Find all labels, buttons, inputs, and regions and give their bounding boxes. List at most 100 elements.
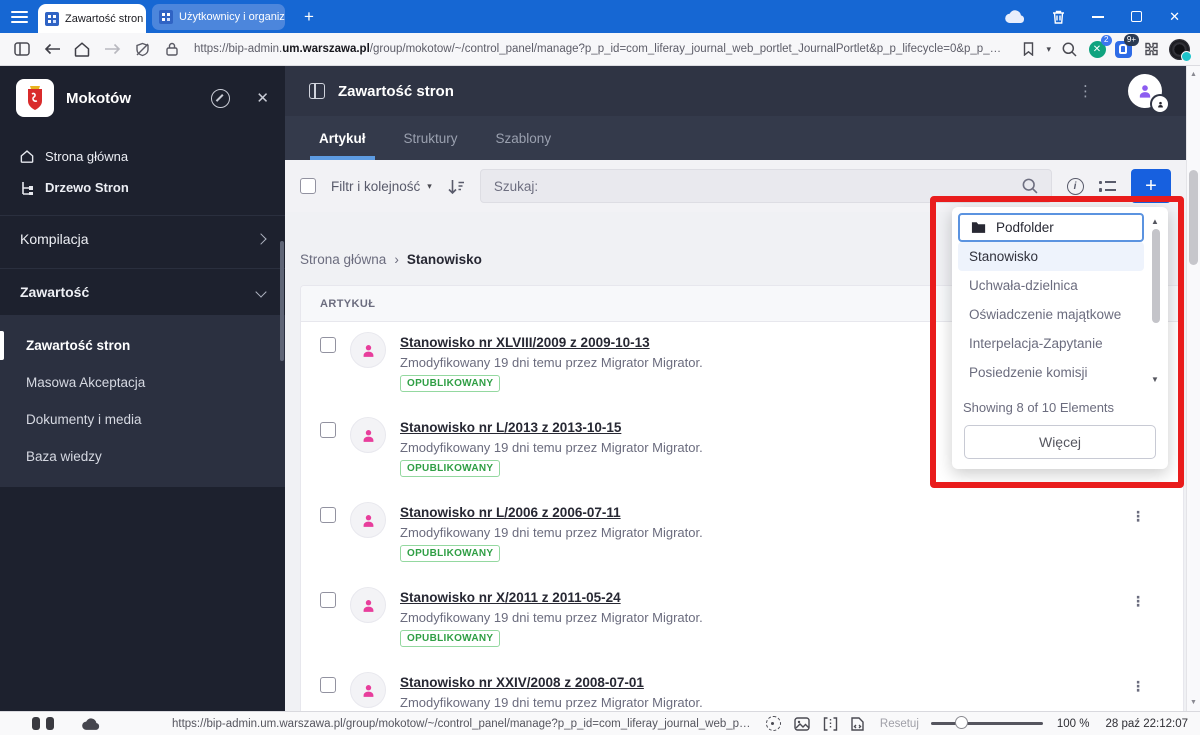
sort-order-icon[interactable] [447,178,465,195]
reset-zoom-label[interactable]: Resetuj [880,718,919,730]
bookmarks-caret-icon[interactable]: ▾ [1046,44,1051,55]
page-code-icon[interactable] [851,716,864,731]
tab-struktury[interactable]: Struktury [385,116,477,160]
row-checkbox[interactable] [320,592,336,608]
select-all-checkbox[interactable] [300,178,316,194]
capture-target-icon[interactable] [765,716,781,731]
hamburger-menu-icon[interactable] [0,10,38,23]
row-checkbox[interactable] [320,337,336,353]
search-icon[interactable] [1057,37,1081,61]
display-style-icon[interactable] [1098,180,1116,192]
sidebar-section-kompilacja[interactable]: Kompilacja [0,215,285,262]
address-bar[interactable]: https://bip-admin. um.warszawa.pl/group/m… [194,43,1006,55]
browser-profile-avatar[interactable] [1169,38,1192,62]
article-modified-text: Zmodyfikowany 19 dni temu przez Migrator… [400,355,703,370]
article-title-link[interactable]: Stanowisko nr X/2011 z 2011-05-24 [400,590,703,605]
tab-szablony[interactable]: Szablony [477,116,571,160]
forward-button[interactable] [100,37,124,61]
extension-x-icon[interactable]: ✕ 2 [1087,35,1112,59]
search-placeholder: Szukaj: [493,178,539,194]
row-checkbox[interactable] [320,677,336,693]
article-title-link[interactable]: Stanowisko nr XLVIII/2009 z 2009-10-13 [400,335,703,350]
datetime-text: 28 paź 22:12:07 [1105,717,1189,730]
dropdown-item-oswiadczenie-majatkowe[interactable]: Oświadczenie majątkowe [958,300,1144,329]
cloud-status-icon [82,717,100,730]
site-name: Mokotów [66,89,131,107]
article-title-link[interactable]: Stanowisko nr L/2013 z 2013-10-15 [400,420,703,435]
lock-icon[interactable] [160,37,184,61]
dropdown-scroll-up-icon[interactable]: ▲ [1149,217,1161,226]
info-icon[interactable]: i [1066,177,1084,195]
table-row: Stanowisko nr L/2006 z 2006-07-11 Zmodyf… [301,492,1183,577]
more-button[interactable]: Więcej [964,425,1156,459]
sidebar-item-dokumenty-i-media[interactable]: Dokumenty i media [0,401,285,438]
window-minimize-button[interactable] [1092,15,1105,18]
window-maximize-button[interactable] [1131,11,1143,22]
trash-icon[interactable] [1052,10,1065,24]
sidebar-close-icon[interactable]: ✕ [256,89,269,107]
back-button[interactable] [40,37,64,61]
extension-clip-icon[interactable]: 9+ [1113,34,1139,59]
scrollbar-thumb[interactable] [1189,170,1198,265]
search-input[interactable]: Szukaj: [479,169,1052,203]
sidebar-item-zawartosc-stron[interactable]: Zawartość stron [0,327,285,364]
tab-artykul[interactable]: Artykuł [300,116,385,160]
status-url-text: https://bip-admin.um.warszawa.pl/group/m… [172,717,753,730]
sidebar-item-strona-glowna[interactable]: Strona główna [0,141,285,172]
user-avatar[interactable] [1128,74,1168,112]
row-actions-kebab[interactable]: ⋮ [1131,593,1145,610]
cloud-icon[interactable] [1005,10,1025,23]
article-title-link[interactable]: Stanowisko nr XXIV/2008 z 2008-07-01 [400,675,703,690]
pause-icon[interactable] [32,717,54,730]
row-checkbox[interactable] [320,422,336,438]
url-prefix: https://bip-admin. [194,43,283,55]
filter-order-dropdown[interactable]: Filtr i kolejność ▾ [331,179,432,194]
sidebar-toggle-icon[interactable] [10,37,34,61]
dropdown-scrollbar-thumb[interactable] [1152,229,1160,323]
page-scrollbar[interactable]: ▲ ▼ [1186,66,1200,711]
browser-tab-active[interactable]: Zawartość stron - Mokotów [38,4,146,33]
bookmark-icon[interactable] [1016,37,1040,61]
new-tab-button[interactable]: + [297,7,321,27]
dropdown-scroll-down-icon[interactable]: ▼ [1149,375,1161,384]
row-actions-kebab[interactable]: ⋮ [1131,508,1145,525]
sidebar-scrollbar[interactable] [280,241,284,361]
breadcrumb-home[interactable]: Strona główna [300,252,386,267]
content-panel-icon [309,83,325,99]
extension-badge: 2 [1100,35,1112,46]
image-icon[interactable] [794,716,810,731]
home-button[interactable] [70,37,94,61]
row-actions-kebab[interactable]: ⋮ [1131,678,1145,695]
header-kebab-menu[interactable]: ⋮ [1078,82,1093,100]
search-icon [1022,178,1037,194]
extensions-puzzle-icon[interactable] [1139,37,1163,61]
dropdown-item-uchwala-dzielnica[interactable]: Uchwała-dzielnica [958,271,1144,300]
dropdown-item-podfolder[interactable]: Podfolder [958,213,1144,242]
zoom-slider-knob[interactable] [954,716,968,729]
shield-permissions-icon[interactable] [130,37,154,61]
scrollbar-up-arrow[interactable]: ▲ [1187,71,1200,78]
page-title: Zawartość stron [338,82,454,100]
article-modified-text: Zmodyfikowany 19 dni temu przez Migrator… [400,440,703,455]
window-close-button[interactable]: ✕ [1169,10,1180,23]
sidebar-item-masowa-akceptacja[interactable]: Masowa Akceptacja [0,364,285,401]
management-toolbar: Filtr i kolejność ▾ Szukaj: i + [285,160,1186,212]
sidebar-item-drzewo-stron[interactable]: Drzewo Stron [0,172,285,203]
zoom-level-text: 100 % [1056,717,1090,730]
sidebar-section-zawartosc[interactable]: Zawartość [0,268,285,315]
zoom-slider[interactable] [930,716,1043,729]
row-checkbox[interactable] [320,507,336,523]
dropdown-showing-text: Showing 8 of 10 Elements [963,400,1115,415]
scrollbar-down-arrow[interactable]: ▼ [1187,699,1200,706]
sidebar-item-baza-wiedzy[interactable]: Baza wiedzy [0,438,285,475]
content-tabs: Artykuł Struktury Szablony [285,116,1186,160]
add-button[interactable]: + [1131,169,1171,203]
breadcrumb-current: Stanowisko [406,252,482,267]
article-title-link[interactable]: Stanowisko nr L/2006 z 2006-07-11 [400,505,703,520]
browser-tab-inactive[interactable]: Użytkownicy i organizacje - [152,3,285,30]
dropdown-item-stanowisko[interactable]: Stanowisko [958,242,1144,271]
dropdown-item-posiedzenie-komisji[interactable]: Posiedzenie komisji [958,358,1144,387]
goto-site-compass-icon[interactable] [211,88,231,108]
selection-brackets-icon[interactable] [823,716,838,731]
dropdown-item-interpelacja-zapytanie[interactable]: Interpelacja-Zapytanie [958,329,1144,358]
